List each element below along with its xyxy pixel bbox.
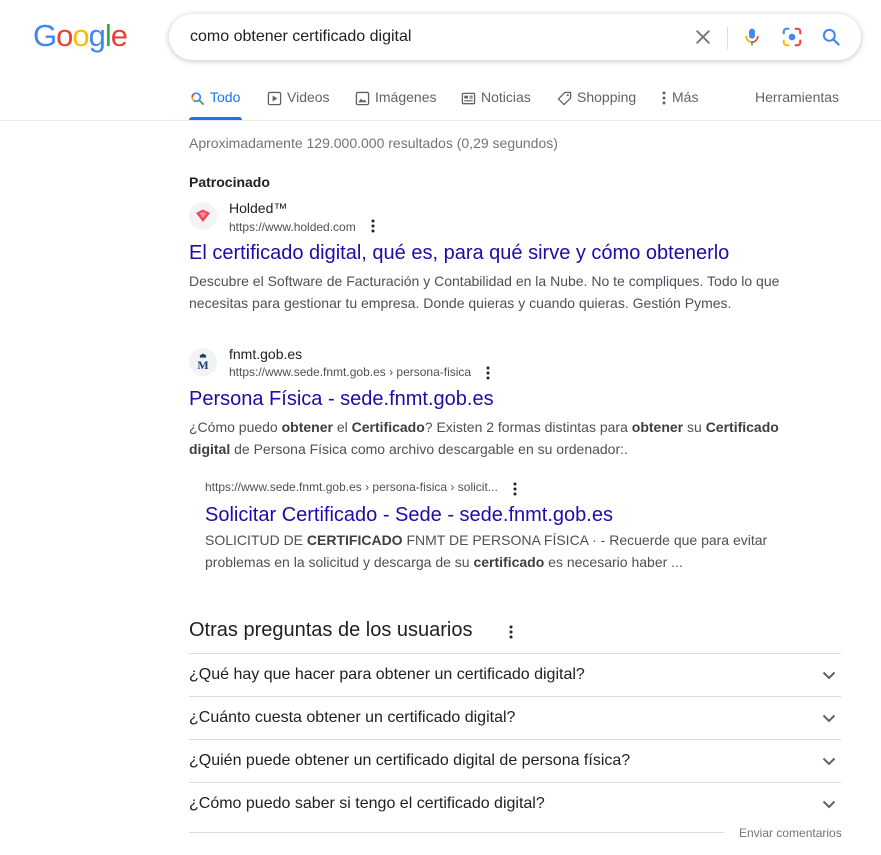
more-vert-icon xyxy=(660,90,668,106)
camera-lens-icon[interactable] xyxy=(780,25,804,49)
search-icon xyxy=(189,90,205,106)
image-icon xyxy=(354,90,370,106)
tools-button[interactable]: Herramientas xyxy=(755,89,839,105)
logo-letter: G xyxy=(33,18,57,53)
more-vert-icon[interactable] xyxy=(506,624,516,640)
paa-title: Otras preguntas de los usuarios xyxy=(189,619,473,641)
search-icon[interactable] xyxy=(819,25,843,49)
ad-site-name[interactable]: Holded™ xyxy=(229,200,287,216)
sublink-snippet: SOLICITUD DE CERTIFICADO FNMT DE PERSONA… xyxy=(205,529,785,573)
tab-shopping[interactable]: Shopping xyxy=(556,84,636,120)
paa-question[interactable]: ¿Cuánto cuesta obtener un certificado di… xyxy=(189,696,841,739)
tab-label: Videos xyxy=(287,89,330,105)
paa-question-text: ¿Qué hay que hacer para obtener un certi… xyxy=(189,666,585,683)
ad-snippet-line: necesitas para gestionar tu empresa. Don… xyxy=(189,295,732,311)
ad-url[interactable]: https://www.holded.com xyxy=(229,220,356,234)
result-snippet: ¿Cómo puedo obtener el Certificado? Exis… xyxy=(189,416,789,460)
tab-todo[interactable]: Todo xyxy=(189,84,242,120)
chevron-down-icon xyxy=(817,706,841,730)
tab-noticias[interactable]: Noticias xyxy=(460,84,531,120)
snippet-bold-term: Certificado xyxy=(705,419,779,435)
result-site-name[interactable]: fnmt.gob.es xyxy=(229,346,302,362)
paa-question-text: ¿Cómo puedo saber si tengo el certificad… xyxy=(189,795,545,812)
snippet-text: es necesario haber ... xyxy=(544,554,683,570)
logo-letter: o xyxy=(72,18,89,53)
result-stats: Aproximadamente 129.000.000 resultados (… xyxy=(189,135,558,151)
tab-label: Todo xyxy=(210,89,241,105)
more-vert-icon[interactable] xyxy=(365,217,381,235)
paa-question[interactable]: ¿Qué hay que hacer para obtener un certi… xyxy=(189,653,841,696)
sublink-title-link[interactable]: Solicitar Certificado - Sede - sede.fnmt… xyxy=(205,504,613,527)
search-divider xyxy=(727,27,728,49)
snippet-text: ¿Cómo puedo xyxy=(189,419,282,435)
snippet-text: su xyxy=(683,419,706,435)
more-vert-icon[interactable] xyxy=(507,480,523,498)
snippet-bold-term: certificado xyxy=(473,554,545,570)
paa-list: ¿Qué hay que hacer para obtener un certi… xyxy=(189,653,841,825)
paa-divider xyxy=(189,832,724,833)
search-box xyxy=(169,14,861,60)
tab-videos[interactable]: Videos xyxy=(266,84,330,120)
ad-snippet-line: Descubre el Software de Facturación y Co… xyxy=(189,273,780,289)
result-url[interactable]: https://www.sede.fnmt.gob.es › persona-f… xyxy=(229,365,471,379)
snippet-text: SOLICITUD DE xyxy=(205,532,307,548)
sponsored-label: Patrocinado xyxy=(189,174,270,190)
logo-letter: o xyxy=(56,18,73,53)
snippet-bold-term: obtener xyxy=(631,419,684,435)
paa-question[interactable]: ¿Quién puede obtener un certificado digi… xyxy=(189,739,841,782)
paa-question-text: ¿Cuánto cuesta obtener un certificado di… xyxy=(189,709,516,726)
header-divider xyxy=(0,120,881,121)
svg-text:M: M xyxy=(197,358,208,372)
result-title-link[interactable]: Persona Física - sede.fnmt.gob.es xyxy=(189,388,494,411)
news-icon xyxy=(460,90,476,106)
logo-letter: g xyxy=(88,18,106,53)
ad-snippet: Descubre el Software de Facturación y Co… xyxy=(189,270,829,314)
chevron-down-icon xyxy=(817,663,841,687)
tab-mas[interactable]: Más xyxy=(660,84,698,120)
snippet-text: ? Existen 2 formas distintas para xyxy=(424,419,632,435)
tab-label: Imágenes xyxy=(375,89,437,105)
search-tabs: Todo Videos Imágenes Noticias Shopping M… xyxy=(189,84,841,120)
snippet-bold-term: Certificado xyxy=(351,419,425,435)
snippet-bold-term: CERTIFICADO xyxy=(306,532,403,548)
sublink-url[interactable]: https://www.sede.fnmt.gob.es › persona-f… xyxy=(205,480,498,494)
tab-label: Más xyxy=(672,89,699,105)
chevron-down-icon xyxy=(817,792,841,816)
holded-favicon[interactable] xyxy=(189,202,217,230)
snippet-text: de Persona Física como archivo descargab… xyxy=(230,441,628,457)
logo-letter: e xyxy=(110,18,128,53)
tab-imagenes[interactable]: Imágenes xyxy=(354,84,436,120)
fnmt-favicon[interactable]: M xyxy=(189,348,217,376)
google-logo[interactable]: Google xyxy=(33,18,128,53)
paa-question-text: ¿Quién puede obtener un certificado digi… xyxy=(189,752,631,769)
close-icon[interactable] xyxy=(691,25,715,49)
paa-question[interactable]: ¿Cómo puedo saber si tengo el certificad… xyxy=(189,782,841,825)
ad-title-link[interactable]: El certificado digital, qué es, para qué… xyxy=(189,242,729,265)
search-input[interactable] xyxy=(190,26,670,48)
tab-label: Noticias xyxy=(481,89,531,105)
snippet-bold-term: digital xyxy=(189,441,231,457)
more-vert-icon[interactable] xyxy=(480,364,496,382)
chevron-down-icon xyxy=(817,749,841,773)
snippet-text: el xyxy=(332,419,352,435)
microphone-icon[interactable] xyxy=(740,25,764,49)
tag-icon xyxy=(556,90,572,106)
play-icon xyxy=(266,90,282,106)
snippet-bold-term: obtener xyxy=(281,419,333,435)
tab-label: Shopping xyxy=(577,89,637,105)
send-feedback-link[interactable]: Enviar comentarios xyxy=(739,826,842,840)
